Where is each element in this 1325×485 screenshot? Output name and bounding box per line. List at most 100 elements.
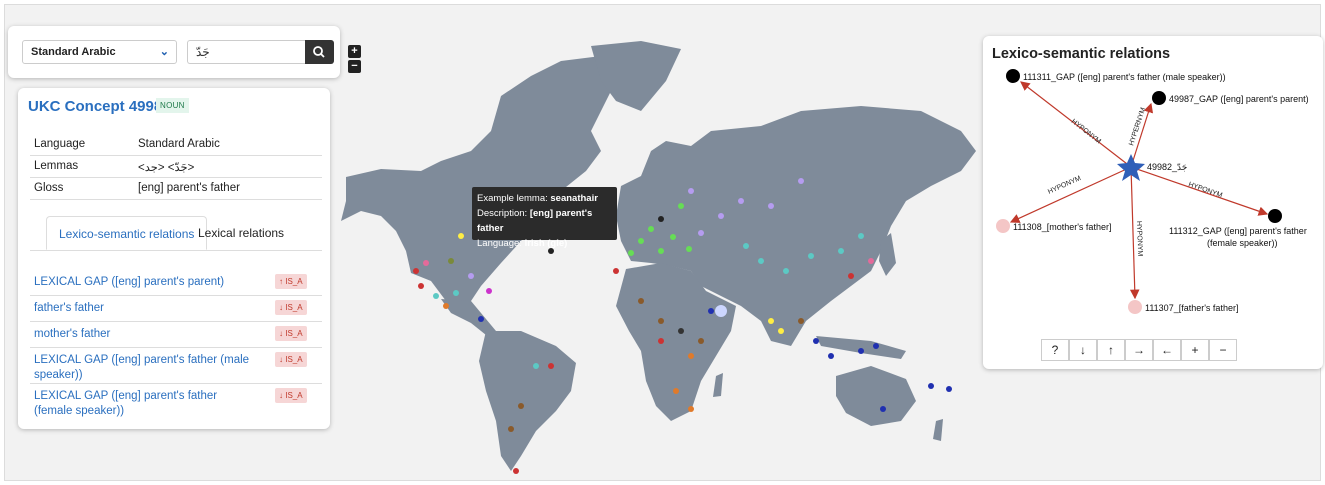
arrow-left-button[interactable]: ←	[1153, 339, 1181, 361]
language-dot	[458, 233, 464, 239]
language-dot	[848, 273, 854, 279]
language-dot	[468, 273, 474, 279]
landmass-australia	[836, 366, 916, 426]
search-panel: Standard Arabic ⌄ جَدّ	[8, 26, 340, 78]
tooltip-lemma-value: seanathair	[550, 193, 598, 204]
search-button[interactable]	[305, 40, 334, 64]
language-dot	[678, 203, 684, 209]
language-dot	[678, 328, 684, 334]
language-dot	[448, 258, 454, 264]
search-input-value: جَدّ	[196, 45, 210, 59]
tooltip-language-value: Irish (gle)	[524, 238, 568, 249]
info-value: <جَدّ> <جد>	[138, 162, 195, 174]
language-dot	[928, 383, 934, 389]
language-select[interactable]: Standard Arabic ⌄	[22, 40, 177, 64]
language-dot	[508, 426, 514, 432]
language-dot	[828, 353, 834, 359]
language-dot	[688, 353, 694, 359]
language-dot	[768, 203, 774, 209]
is-a-badge[interactable]: ↓ IS_A	[275, 326, 307, 341]
language-dot	[768, 318, 774, 324]
language-dot	[613, 268, 619, 274]
node-label: 111311_GAP ([eng] parent's father (male …	[1023, 72, 1226, 82]
map-tooltip: Example lemma: seanathair Description: […	[472, 187, 617, 249]
language-select-value: Standard Arabic	[31, 46, 116, 58]
landmass-new-zealand	[933, 419, 943, 441]
is-a-badge[interactable]: ↑ IS_A	[275, 274, 307, 289]
language-dot	[813, 338, 819, 344]
graph-zoom-in-button[interactable]: +	[1181, 339, 1209, 361]
landmass-north-america	[341, 56, 621, 301]
info-row-language: Language Standard Arabic	[30, 134, 322, 156]
language-dot	[838, 248, 844, 254]
relation-row: father's father ↓ IS_A	[30, 296, 322, 322]
edge-label-hyponym: HYPONYM	[1135, 221, 1143, 257]
is-a-badge[interactable]: ↓ IS_A	[275, 388, 307, 403]
language-dot	[698, 338, 704, 344]
language-dot	[486, 288, 492, 294]
info-key: Gloss	[34, 182, 64, 194]
language-dot	[433, 293, 439, 299]
language-dot	[880, 406, 886, 412]
node-label: 111308_[mother's father]	[1013, 222, 1111, 232]
graph-zoom-out-button[interactable]: −	[1209, 339, 1237, 361]
language-dot	[533, 363, 539, 369]
language-dot	[798, 318, 804, 324]
language-dot	[873, 343, 879, 349]
relation-row: mother's father ↓ IS_A	[30, 322, 322, 348]
arrow-right-button[interactable]: →	[1125, 339, 1153, 361]
language-dot	[858, 233, 864, 239]
language-dot	[798, 178, 804, 184]
node-label: (female speaker))	[1207, 238, 1278, 248]
language-dot	[418, 283, 424, 289]
concept-title[interactable]: UKC Concept 49982	[28, 98, 171, 115]
arrow-down-button[interactable]: ↓	[1069, 339, 1097, 361]
graph-node	[1006, 69, 1020, 83]
language-dot	[688, 188, 694, 194]
language-dot	[868, 258, 874, 264]
tab-lexical-relations[interactable]: Lexical relations	[186, 216, 296, 250]
language-dot	[946, 386, 952, 392]
edge-label-hyponym: HYPONYM	[1187, 181, 1223, 199]
relation-link[interactable]: LEXICAL GAP ([eng] parent's parent)	[34, 275, 254, 290]
node-label: 49987_GAP ([eng] parent's parent)	[1169, 94, 1309, 104]
relation-link[interactable]: LEXICAL GAP ([eng] parent's father (male…	[34, 353, 254, 383]
zoom-in-button[interactable]: +	[348, 45, 361, 58]
language-dot	[548, 363, 554, 369]
tab-lexico-semantic-relations[interactable]: Lexico-semantic relations	[46, 216, 208, 250]
language-dot	[443, 303, 449, 309]
search-icon	[313, 46, 325, 58]
language-dot	[708, 308, 714, 314]
language-dot	[686, 246, 692, 252]
info-value: [eng] parent's father	[138, 182, 240, 194]
language-dot	[658, 216, 664, 222]
relation-row: LEXICAL GAP ([eng] parent's parent) ↑ IS…	[30, 270, 322, 296]
is-a-badge[interactable]: ↓ IS_A	[275, 352, 307, 367]
relation-link[interactable]: mother's father	[34, 327, 254, 342]
concept-panel: UKC Concept 49982 NOUN Language Standard…	[18, 88, 330, 429]
pos-badge: NOUN	[156, 98, 189, 113]
info-row-gloss: Gloss [eng] parent's father	[30, 178, 322, 200]
language-dot	[478, 316, 484, 322]
language-dot	[743, 243, 749, 249]
landmass-madagascar	[713, 373, 723, 397]
relation-link[interactable]: LEXICAL GAP ([eng] parent's father (fema…	[34, 389, 254, 419]
center-node-label: 49982_جَدّ	[1147, 162, 1187, 172]
help-button[interactable]: ?	[1041, 339, 1069, 361]
language-dot	[670, 234, 676, 240]
graph-node	[1152, 91, 1166, 105]
search-input[interactable]: جَدّ	[187, 40, 305, 64]
zoom-out-button[interactable]: −	[348, 60, 361, 73]
language-dot	[658, 318, 664, 324]
language-dot	[688, 406, 694, 412]
language-dot	[423, 260, 429, 266]
relations-graph[interactable]: HYPONYM HYPERNYM HYPONYM HYPONYM HYPONYM…	[983, 36, 1323, 336]
info-key: Language	[34, 138, 86, 150]
language-dot	[778, 328, 784, 334]
relation-link[interactable]: father's father	[34, 301, 254, 316]
info-key: Lemmas	[34, 160, 79, 172]
language-dot	[758, 258, 764, 264]
arrow-up-button[interactable]: ↑	[1097, 339, 1125, 361]
info-value: Standard Arabic	[138, 138, 220, 150]
is-a-badge[interactable]: ↓ IS_A	[275, 300, 307, 315]
